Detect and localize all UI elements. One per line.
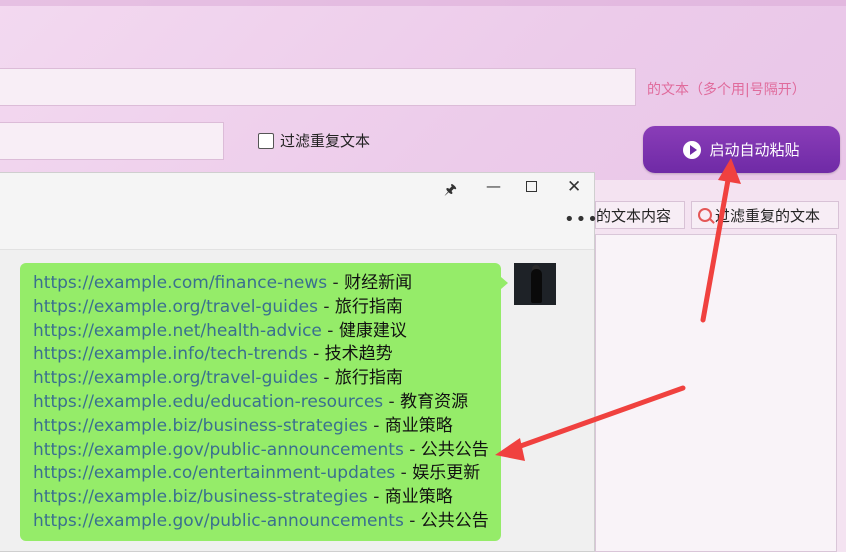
message-url[interactable]: https://example.net/health-advice (33, 321, 322, 341)
filter-duplicates-button[interactable]: 过滤重复的文本 (691, 201, 839, 229)
message-label: 商业策略 (384, 415, 453, 436)
message-separator: - (321, 320, 339, 341)
message-separator: - (327, 273, 345, 293)
filter-checkbox[interactable] (258, 132, 274, 149)
message-separator: - (307, 344, 325, 365)
message-url[interactable]: https://example.org/travel-guides (33, 297, 318, 317)
pin-icon[interactable]: 🖈 (444, 179, 457, 203)
message-label: 商业策略 (384, 487, 453, 508)
message-separator: - (403, 439, 421, 460)
message-url[interactable]: https://example.gov/public-announcements (33, 511, 404, 531)
message-label: 公共公告 (420, 439, 489, 460)
chat-window: 🖈 — ✕ ••• https://example.com/finance-ne… (0, 172, 598, 552)
message-label: 技术趋势 (324, 344, 393, 365)
message-separator: - (403, 510, 421, 531)
avatar-figure (531, 269, 542, 303)
chat-titlebar: 🖈 — ✕ ••• (0, 173, 598, 250)
search-icon (698, 208, 712, 222)
message-line: https://example.org/travel-guides - 旅行指南 (33, 367, 501, 391)
message-separator: - (317, 368, 335, 389)
message-line: https://example.com/finance-news - 财经新闻 (33, 272, 501, 296)
message-label: 旅行指南 (334, 296, 403, 317)
text-input[interactable] (0, 68, 636, 106)
message-url[interactable]: https://example.org/travel-guides (33, 368, 318, 388)
message-label: 财经新闻 (344, 273, 413, 293)
play-icon (683, 140, 702, 159)
message-line: https://example.co/entertainment-updates… (33, 462, 501, 486)
message-url[interactable]: https://example.biz/business-strategies (33, 416, 368, 436)
message-separator: - (317, 296, 335, 317)
message-line: https://example.gov/public-announcements… (33, 510, 501, 534)
message-label: 旅行指南 (334, 368, 403, 389)
text-list-area[interactable] (595, 234, 837, 552)
message-separator: - (395, 463, 413, 484)
maximize-icon[interactable] (526, 181, 537, 192)
more-icon[interactable]: ••• (564, 209, 599, 230)
message-url[interactable]: https://example.info/tech-trends (33, 344, 308, 364)
message-separator: - (367, 415, 385, 436)
message-lines: https://example.com/finance-news - 财经新闻 h… (33, 272, 501, 534)
text-content-button[interactable]: 的文本内容 (595, 201, 685, 229)
message-line: https://example.edu/education-resources … (33, 391, 501, 415)
message-line: https://example.org/travel-guides - 旅行指南 (33, 296, 501, 320)
close-icon[interactable]: ✕ (567, 177, 581, 197)
message-line: https://example.biz/business-strategies … (33, 486, 501, 510)
minimize-icon[interactable]: — (486, 177, 501, 195)
avatar[interactable] (514, 263, 556, 305)
filter-checkbox-label: 过滤重复文本 (280, 132, 371, 150)
start-auto-paste-button[interactable]: 启动自动粘贴 (643, 126, 840, 173)
top-band (0, 0, 846, 6)
message-label: 娱乐更新 (412, 463, 481, 484)
message-line: https://example.net/health-advice - 健康建议 (33, 320, 501, 344)
filter-duplicate-option[interactable]: 过滤重复文本 (258, 130, 370, 151)
message-label: 健康建议 (338, 320, 407, 341)
input-hint: 的文本（多个用|号隔开） (647, 82, 806, 98)
message-url[interactable]: https://example.com/finance-news (33, 273, 327, 293)
message-label: 教育资源 (400, 391, 469, 412)
message-url[interactable]: https://example.gov/public-announcements (33, 440, 404, 460)
message-line: https://example.biz/business-strategies … (33, 415, 501, 439)
message-url[interactable]: https://example.co/entertainment-updates (33, 463, 395, 483)
secondary-input[interactable] (0, 122, 224, 160)
text-content-label: 的文本内容 (596, 206, 672, 225)
start-button-label: 启动自动粘贴 (709, 141, 800, 159)
message-url[interactable]: https://example.biz/business-strategies (33, 487, 368, 507)
message-separator: - (383, 391, 401, 412)
message-url[interactable]: https://example.edu/education-resources (33, 392, 383, 412)
message-line: https://example.gov/public-announcements… (33, 439, 501, 463)
filter-duplicates-label: 过滤重复的文本 (715, 206, 821, 225)
message-label: 公共公告 (420, 510, 489, 531)
chat-message-bubble[interactable]: https://example.com/finance-news - 财经新闻 h… (20, 263, 508, 541)
message-line: https://example.info/tech-trends - 技术趋势 (33, 343, 501, 367)
message-separator: - (367, 487, 385, 508)
